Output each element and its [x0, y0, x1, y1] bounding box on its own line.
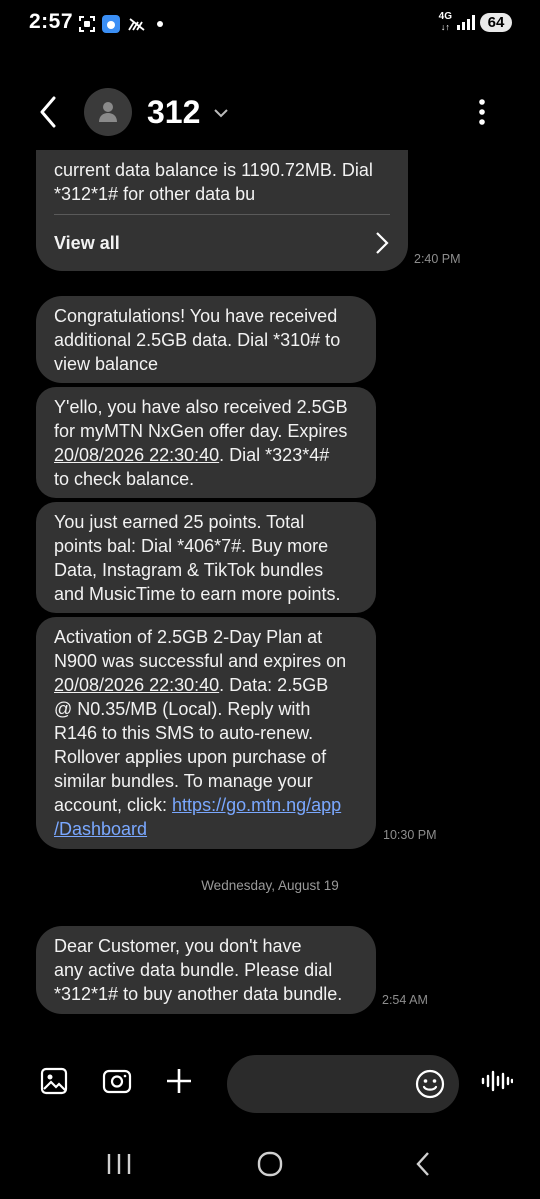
- message-text: Activation of 2.5GB 2-Day Plan at N900 w…: [54, 627, 347, 839]
- screenshot-icon: [77, 14, 97, 34]
- message-bubble[interactable]: Dear Customer, you don't have any active…: [36, 926, 376, 1014]
- message-text: Dear Customer, you don't have any active…: [54, 936, 343, 1004]
- composer-bar: [0, 1050, 540, 1120]
- date-link[interactable]: 20/08/2026 22:30:40: [54, 675, 219, 695]
- signal-icon: [457, 14, 475, 30]
- chevron-right-icon: [376, 232, 389, 254]
- plus-icon: [167, 1069, 191, 1093]
- message-bubble[interactable]: Congratulations! You have received addit…: [36, 296, 376, 383]
- chevron-down-icon[interactable]: [212, 104, 230, 122]
- back-icon: [416, 1152, 429, 1176]
- message-text: current data balance is 1190.72MB. Dial …: [54, 160, 373, 204]
- message-time: 10:30 PM: [383, 828, 437, 842]
- status-time: 2:57: [29, 10, 74, 33]
- message-input[interactable]: [227, 1055, 459, 1113]
- emoji-icon: [415, 1069, 445, 1099]
- voice-icon: [481, 1070, 513, 1092]
- view-all-button[interactable]: View all: [54, 215, 390, 271]
- conversation-header: 312: [0, 80, 540, 144]
- message-text: You just earned 25 points. Total points …: [54, 512, 341, 604]
- status-right: 4G ↓↑ 64: [439, 12, 512, 32]
- back-button[interactable]: [36, 94, 62, 130]
- avatar[interactable]: [84, 88, 132, 136]
- more-vertical-icon: [479, 99, 485, 125]
- message-bubble[interactable]: You just earned 25 points. Total points …: [36, 502, 376, 613]
- view-all-label: View all: [54, 233, 120, 253]
- gallery-icon: [40, 1067, 68, 1095]
- message-text: Congratulations! You have received addit…: [54, 306, 341, 374]
- camera-icon: [102, 1069, 132, 1094]
- message-bubble[interactable]: Activation of 2.5GB 2-Day Plan at N900 w…: [36, 617, 376, 849]
- attach-button[interactable]: [162, 1064, 196, 1098]
- back-nav-button[interactable]: [408, 1150, 438, 1178]
- status-bar: 2:57 4G ↓↑ 64: [0, 0, 540, 52]
- back-arrow-icon: [40, 96, 56, 128]
- navigation-bar: [0, 1140, 540, 1190]
- home-button[interactable]: [255, 1150, 285, 1178]
- recents-icon: [107, 1154, 131, 1174]
- camera-button[interactable]: [100, 1064, 134, 1098]
- date-link[interactable]: 20/08/2026 22:30:40: [54, 445, 219, 465]
- message-time: 2:40 PM: [414, 252, 461, 266]
- date-separator: Wednesday, August 19: [201, 878, 339, 893]
- gallery-button[interactable]: [37, 1064, 71, 1098]
- dot-icon: [150, 14, 170, 34]
- app-icon: [101, 14, 121, 34]
- no-signal-icon: [127, 14, 147, 34]
- recents-button[interactable]: [104, 1150, 134, 1178]
- message-bubble[interactable]: Y'ello, you have also received 2.5GB for…: [36, 387, 376, 498]
- message-bubble[interactable]: current data balance is 1190.72MB. Dial …: [36, 150, 408, 271]
- home-icon: [257, 1151, 283, 1177]
- contact-name[interactable]: 312: [147, 94, 200, 131]
- message-thread[interactable]: current data balance is 1190.72MB. Dial …: [0, 150, 540, 1030]
- message-text: Y'ello, you have also received 2.5GB for…: [54, 397, 348, 489]
- voice-button[interactable]: [480, 1064, 514, 1098]
- more-options-button[interactable]: [472, 98, 492, 126]
- battery-badge: 64: [480, 12, 512, 32]
- person-icon: [99, 102, 117, 122]
- emoji-button[interactable]: [415, 1069, 445, 1099]
- message-time: 2:54 AM: [382, 993, 428, 1007]
- network-type: 4G ↓↑: [438, 11, 452, 33]
